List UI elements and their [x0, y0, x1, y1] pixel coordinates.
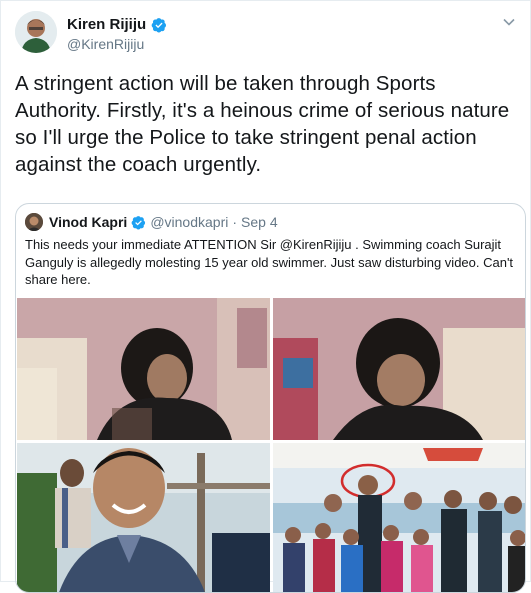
handle[interactable]: @KirenRijiju — [67, 36, 144, 52]
display-name[interactable]: Kiren Rijiju — [67, 16, 146, 33]
verified-badge-icon — [151, 17, 167, 32]
separator-dot: · — [232, 214, 238, 230]
quoted-date[interactable]: Sep 4 — [241, 214, 278, 230]
author-row: Kiren Rijiju — [67, 16, 167, 33]
tweet-text: A stringent action will be taken through… — [15, 72, 510, 176]
quoted-display-name[interactable]: Vinod Kapri — [49, 214, 127, 230]
quoted-handle: @vinodkapri — [150, 214, 229, 230]
avatar[interactable] — [15, 11, 57, 53]
quoted-tweet[interactable]: Vinod Kapri @vinodkapri · Sep 4 This nee… — [15, 203, 526, 593]
media-photo-2[interactable] — [273, 298, 525, 440]
tweet-card: Kiren Rijiju @KirenRijiju A stringent ac… — [0, 0, 531, 593]
chevron-down-icon[interactable] — [502, 15, 516, 29]
quoted-avatar — [25, 213, 43, 231]
quoted-author-row: Vinod Kapri @vinodkapri · Sep 4 — [49, 214, 278, 230]
media-grid — [16, 298, 525, 592]
media-photo-4[interactable] — [273, 443, 525, 592]
quoted-text: This needs your immediate ATTENTION Sir … — [25, 237, 514, 287]
media-photo-1[interactable] — [17, 298, 270, 440]
media-photo-3[interactable] — [17, 443, 270, 592]
verified-badge-icon — [131, 215, 146, 230]
